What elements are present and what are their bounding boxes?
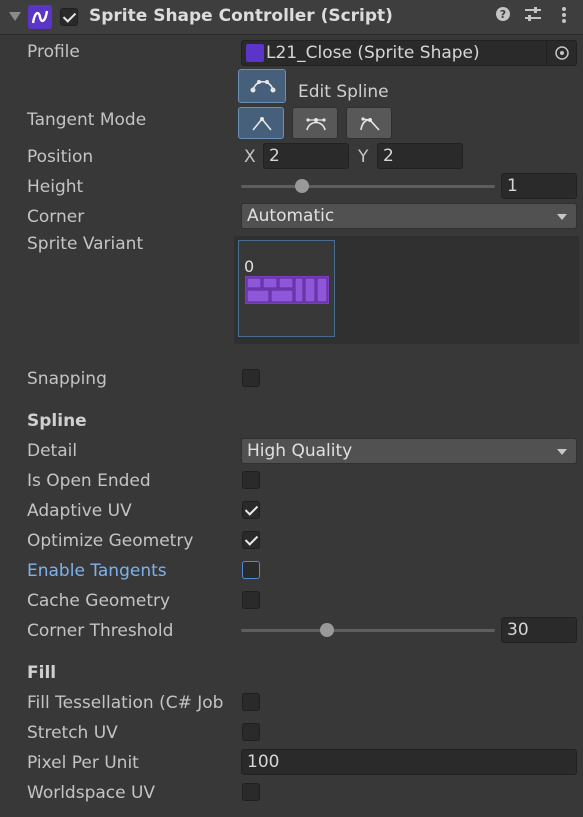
presets-icon[interactable] [524,6,542,26]
component-title: Sprite Shape Controller (Script) [89,6,393,26]
position-label: Position [27,147,94,167]
fill-tessellation-label: Fill Tessellation (C# Job [27,693,224,713]
corner-dropdown[interactable]: Automatic [241,203,577,229]
tangent-broken-button[interactable] [346,107,392,139]
fill-tessellation-checkbox[interactable] [242,693,260,711]
is-open-ended-label: Is Open Ended [27,471,151,491]
detail-label: Detail [27,441,78,461]
profile-value: L21_Close (Sprite Shape) [266,43,480,63]
snapping-label: Snapping [27,369,107,389]
tangent-linear-button[interactable] [238,107,284,139]
foldout-arrow-icon[interactable] [9,12,21,21]
component-header: Sprite Shape Controller (Script) ? [0,0,583,35]
is-open-ended-checkbox[interactable] [242,471,260,489]
sprite-variant-item[interactable]: 0 [238,240,335,337]
svg-text:?: ? [500,8,506,21]
detail-dropdown[interactable]: High Quality [241,438,577,464]
enable-tangents-label: Enable Tangents [27,561,167,581]
stretch-uv-checkbox[interactable] [242,723,260,741]
tangent-continuous-button[interactable] [292,107,338,139]
position-x-label: X [244,147,256,167]
chevron-down-icon [557,214,567,220]
help-icon[interactable]: ? [495,6,511,26]
pixel-per-unit-label: Pixel Per Unit [27,753,139,773]
sprite-shape-script-icon [28,5,52,29]
corner-threshold-field[interactable]: 30 [501,617,577,643]
optimize-geometry-checkbox[interactable] [242,531,260,549]
adaptive-uv-label: Adaptive UV [27,501,132,521]
kebab-menu-icon[interactable] [561,6,567,28]
snapping-checkbox[interactable] [242,369,260,387]
worldspace-uv-label: Worldspace UV [27,783,156,803]
height-slider-track[interactable] [241,185,495,188]
sprite-variant-label: Sprite Variant [27,234,144,254]
position-x-field[interactable]: 2 [263,143,349,169]
corner-threshold-label: Corner Threshold [27,621,174,641]
edit-spline-label: Edit Spline [298,82,389,102]
worldspace-uv-checkbox[interactable] [242,783,260,801]
height-field[interactable]: 1 [501,173,577,199]
sprite-variant-thumbnail [245,276,329,304]
fill-section-header: Fill [27,663,57,683]
object-picker-icon[interactable] [546,41,577,65]
position-y-field[interactable]: 2 [377,143,463,169]
corner-threshold-slider-thumb[interactable] [320,623,335,637]
chevron-down-icon [557,449,567,455]
edit-spline-button[interactable] [238,69,286,103]
cache-geometry-label: Cache Geometry [27,591,171,611]
component-enabled-checkbox[interactable] [60,8,78,26]
cache-geometry-checkbox[interactable] [242,591,260,609]
profile-object-field[interactable]: L21_Close (Sprite Shape) [241,40,577,66]
height-slider-thumb[interactable] [294,179,309,193]
spline-section-header: Spline [27,411,87,431]
height-label: Height [27,177,84,197]
corner-label: Corner [27,207,85,227]
detail-value: High Quality [247,441,353,461]
sprite-shape-asset-icon [246,44,264,62]
adaptive-uv-checkbox[interactable] [242,501,260,519]
position-y-label: Y [358,147,369,167]
pixel-per-unit-field[interactable]: 100 [241,749,577,775]
optimize-geometry-label: Optimize Geometry [27,531,194,551]
sprite-variant-index: 0 [244,257,255,276]
corner-threshold-slider-track[interactable] [241,629,495,632]
corner-value: Automatic [247,206,335,226]
stretch-uv-label: Stretch UV [27,723,118,743]
tangent-mode-label: Tangent Mode [27,110,147,130]
profile-label: Profile [27,42,80,62]
enable-tangents-checkbox[interactable] [242,561,260,579]
